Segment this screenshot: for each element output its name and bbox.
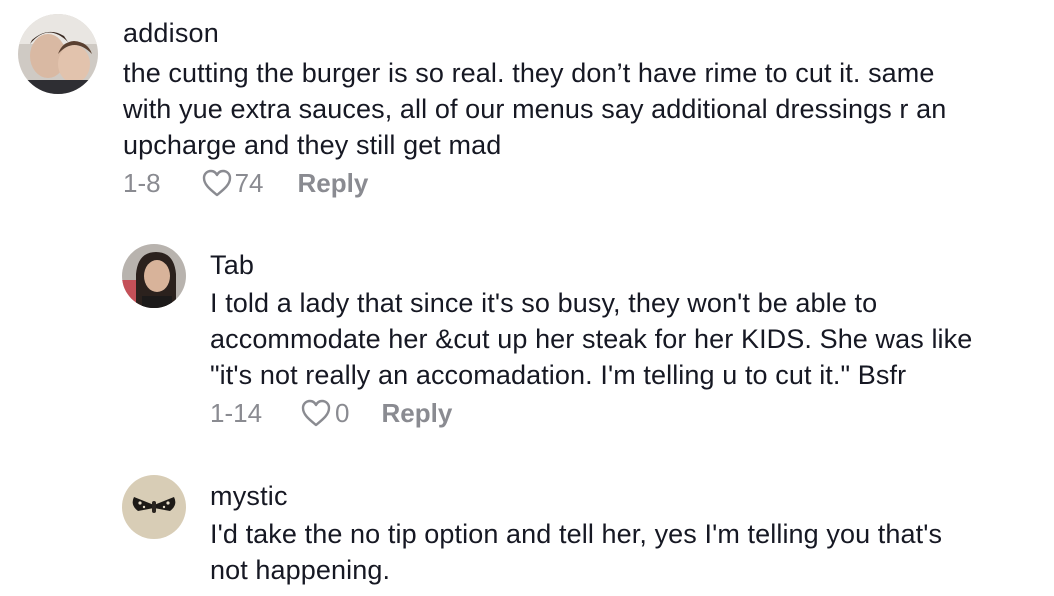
like-count: 74 <box>234 168 264 198</box>
reply-button[interactable]: Reply <box>382 398 453 428</box>
avatar-mystic[interactable] <box>122 475 186 539</box>
like-button[interactable]: 74 <box>201 168 264 198</box>
comment-username[interactable]: Tab <box>210 250 972 280</box>
comment-meta: 1-8 74 Reply <box>123 168 946 198</box>
heart-icon <box>202 169 231 197</box>
profile-photo-icon <box>122 475 186 539</box>
heart-icon <box>301 399 331 427</box>
avatar-addison[interactable] <box>18 14 98 94</box>
like-button[interactable]: 0 <box>300 398 350 428</box>
comment-text: I told a lady that since it's so busy, t… <box>210 288 973 390</box>
comment-addison: addison the cutting the burger is so rea… <box>18 14 946 198</box>
comment-date: 1-14 <box>210 398 263 428</box>
comment-meta: 1-14 0 Reply <box>210 398 972 428</box>
reply-button[interactable]: Reply <box>298 168 369 198</box>
like-count: 0 <box>335 398 350 428</box>
comment-text: the cutting the burger is so real. they … <box>123 58 947 160</box>
profile-photo-icon <box>122 244 186 308</box>
avatar-tab[interactable] <box>122 244 186 308</box>
comment-username[interactable]: mystic <box>210 481 942 511</box>
comment-text: I'd take the no tip option and tell her,… <box>210 519 943 585</box>
profile-photo-icon <box>18 14 98 94</box>
comment-username[interactable]: addison <box>123 18 946 48</box>
comment-date: 1-8 <box>123 168 161 198</box>
comment-tab: Tab I told a lady that since it's so bus… <box>122 244 972 428</box>
comment-mystic: mystic I'd take the no tip option and te… <box>122 475 942 588</box>
